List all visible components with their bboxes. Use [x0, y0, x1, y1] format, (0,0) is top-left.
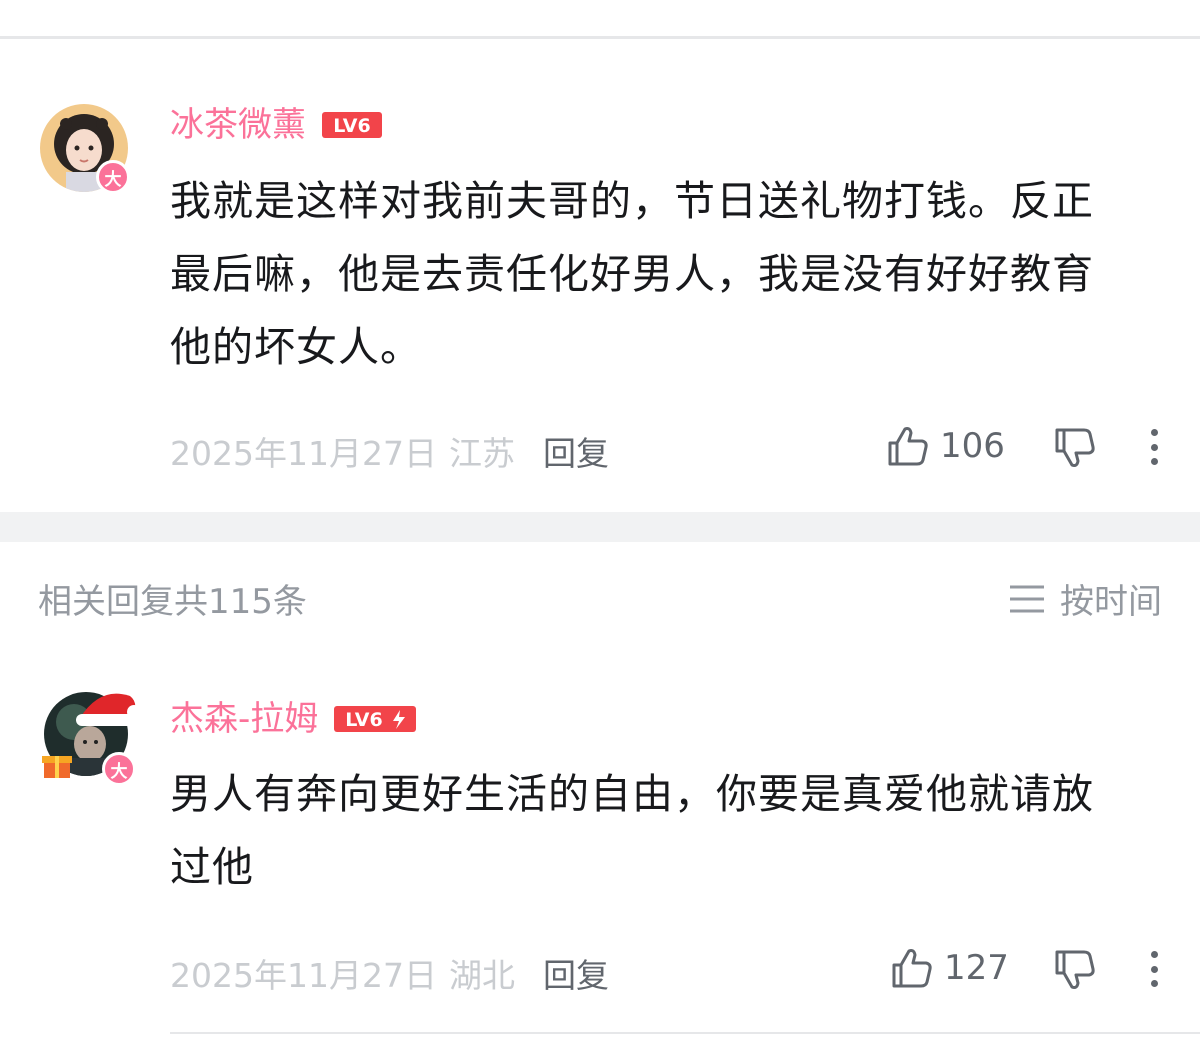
- level-text: LV6: [333, 115, 370, 137]
- replies-count-header: 相关回复共115条: [38, 582, 307, 622]
- thumb-down-icon[interactable]: [1053, 426, 1097, 470]
- thumb-down-icon[interactable]: [1053, 948, 1097, 992]
- bottom-divider: [170, 1032, 1200, 1034]
- like-count: 127: [944, 948, 1009, 988]
- comment-line: 男人有奔向更好生活的自由，你要是真爱他就请放: [170, 770, 1094, 818]
- like-button[interactable]: 127: [890, 946, 1009, 990]
- more-vertical-icon[interactable]: [1149, 429, 1159, 465]
- level-text: LV6: [346, 709, 383, 731]
- avatar[interactable]: 大: [40, 104, 130, 194]
- reply-button[interactable]: 回复: [543, 427, 609, 475]
- sort-button[interactable]: 按时间: [1008, 574, 1162, 623]
- comment-line: 他的坏女人。: [170, 323, 422, 371]
- gift-icon: [42, 756, 72, 778]
- comment-date: 2025年11月27日: [170, 956, 437, 995]
- comment-line: 我就是这样对我前夫哥的，节日送礼物打钱。反正: [170, 177, 1094, 225]
- like-button[interactable]: 106: [886, 424, 1005, 468]
- more-vertical-icon[interactable]: [1149, 951, 1159, 987]
- username[interactable]: 冰茶微薰: [170, 108, 306, 142]
- level-badge: LV6: [322, 112, 382, 138]
- big-member-badge: 大: [102, 752, 136, 786]
- comment-location: 湖北: [448, 956, 515, 995]
- menu-lines-icon: [1010, 585, 1044, 612]
- comment-text: 男人有奔向更好生活的自由，你要是真爱他就请放 过他: [170, 758, 1170, 904]
- comment-line: 最后嘛，他是去责任化好男人，我是没有好好教育: [170, 250, 1094, 298]
- comment-text: 我就是这样对我前夫哥的，节日送礼物打钱。反正 最后嘛，他是去责任化好男人，我是没…: [170, 165, 1170, 384]
- sort-label: 按时间: [1060, 582, 1162, 622]
- username[interactable]: 杰森-拉姆: [170, 702, 318, 736]
- comment-line: 过他: [170, 843, 254, 891]
- username-row: 杰森-拉姆 LV6: [170, 702, 417, 736]
- section-separator: [0, 512, 1200, 542]
- level-badge: LV6: [334, 706, 417, 732]
- username-row: 冰茶微薰 LV6: [170, 108, 382, 142]
- avatar[interactable]: 大: [42, 692, 141, 786]
- big-member-badge: 大: [96, 160, 130, 194]
- comment-date: 2025年11月27日: [170, 434, 437, 473]
- comment-location: 江苏: [448, 434, 515, 473]
- reply-button[interactable]: 回复: [543, 949, 609, 997]
- like-count: 106: [940, 426, 1005, 466]
- thumb-up-icon: [888, 427, 928, 466]
- comment-meta: 2025年11月27日 湖北 回复: [170, 949, 609, 997]
- top-divider: [0, 36, 1200, 39]
- santa-hat-icon: [76, 693, 141, 726]
- comment-meta: 2025年11月27日 江苏 回复: [170, 427, 609, 475]
- thumb-up-icon: [892, 949, 932, 988]
